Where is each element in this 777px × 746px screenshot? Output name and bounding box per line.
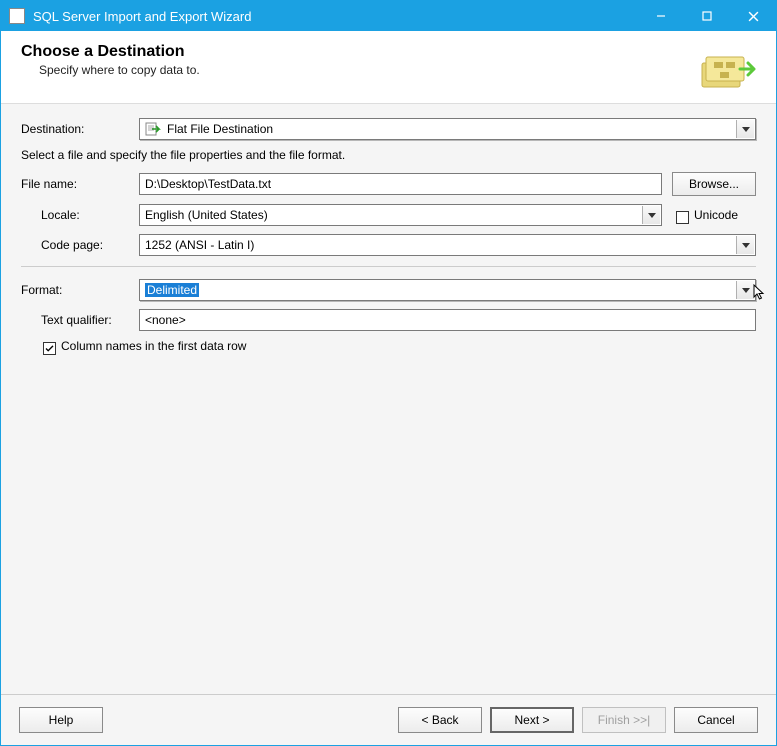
app-icon: [9, 8, 25, 24]
dropdown-arrow-icon: [736, 120, 754, 138]
window-title: SQL Server Import and Export Wizard: [33, 9, 638, 24]
dropdown-arrow-icon: [736, 281, 754, 299]
locale-label: Locale:: [21, 208, 139, 222]
help-button[interactable]: Help: [19, 707, 103, 733]
format-value: Delimited: [145, 283, 199, 297]
text-qualifier-label: Text qualifier:: [21, 313, 139, 327]
dropdown-arrow-icon: [642, 206, 660, 224]
unicode-label: Unicode: [694, 208, 738, 222]
locale-dropdown[interactable]: English (United States): [139, 204, 662, 226]
wizard-content: Destination: Flat File Destination Selec…: [1, 104, 776, 694]
page-title: Choose a Destination: [21, 43, 696, 61]
wizard-footer: Help < Back Next > Finish >>| Cancel: [1, 694, 776, 745]
next-button[interactable]: Next >: [490, 707, 574, 733]
text-qualifier-input[interactable]: [139, 309, 756, 331]
finish-button: Finish >>|: [582, 707, 666, 733]
wizard-graphic-icon: [696, 43, 756, 93]
destination-label: Destination:: [21, 122, 139, 136]
format-dropdown[interactable]: Delimited: [139, 279, 756, 301]
close-button[interactable]: [730, 1, 776, 31]
unicode-checkbox[interactable]: [676, 211, 689, 224]
maximize-button[interactable]: [684, 1, 730, 31]
code-page-value: 1252 (ANSI - Latin I): [145, 238, 254, 252]
locale-value: English (United States): [145, 208, 268, 222]
code-page-dropdown[interactable]: 1252 (ANSI - Latin I): [139, 234, 756, 256]
minimize-button[interactable]: [638, 1, 684, 31]
file-name-input[interactable]: [139, 173, 662, 195]
col-names-checkbox-wrap[interactable]: Column names in the first data row: [43, 339, 246, 353]
cursor-icon: [753, 284, 767, 302]
flat-file-icon: [145, 122, 161, 136]
back-button[interactable]: < Back: [398, 707, 482, 733]
file-name-label: File name:: [21, 177, 139, 191]
cancel-button[interactable]: Cancel: [674, 707, 758, 733]
destination-dropdown[interactable]: Flat File Destination: [139, 118, 756, 140]
section-divider: [21, 266, 756, 267]
destination-value: Flat File Destination: [167, 122, 273, 136]
wizard-window: SQL Server Import and Export Wizard Choo…: [0, 0, 777, 746]
instruction-text: Select a file and specify the file prope…: [21, 148, 756, 162]
code-page-label: Code page:: [21, 238, 139, 252]
col-names-checkbox[interactable]: [43, 342, 56, 355]
format-label: Format:: [21, 283, 139, 297]
col-names-label: Column names in the first data row: [61, 339, 246, 353]
page-subtitle: Specify where to copy data to.: [39, 63, 696, 77]
unicode-checkbox-wrap[interactable]: Unicode: [676, 208, 756, 222]
titlebar[interactable]: SQL Server Import and Export Wizard: [1, 1, 776, 31]
wizard-header: Choose a Destination Specify where to co…: [1, 31, 776, 104]
dropdown-arrow-icon: [736, 236, 754, 254]
browse-button[interactable]: Browse...: [672, 172, 756, 196]
